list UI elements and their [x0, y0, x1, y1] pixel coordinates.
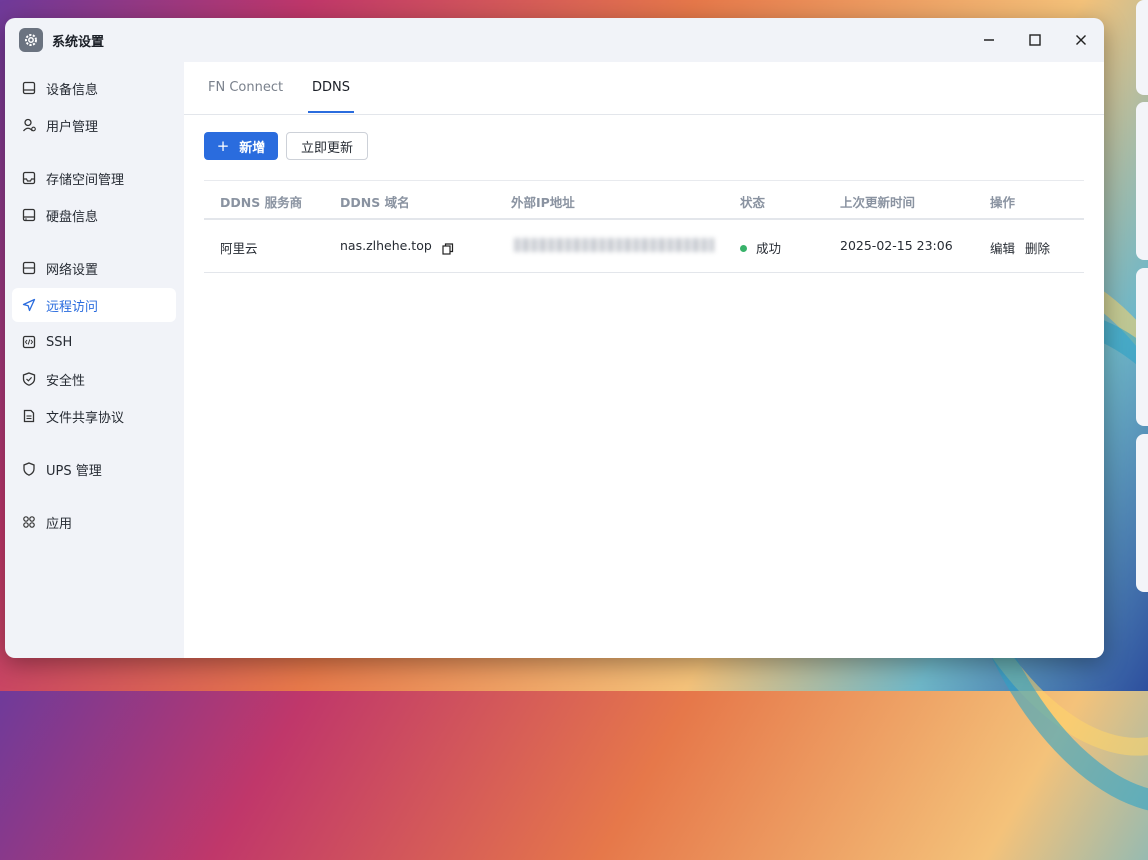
status-text: 成功: [756, 241, 782, 256]
sidebar-item-ups[interactable]: UPS 管理: [12, 452, 176, 486]
shield-icon: [21, 461, 37, 477]
tab-ddns[interactable]: DDNS: [312, 80, 350, 95]
user-icon: [21, 117, 37, 133]
sidebar-item-device-info[interactable]: 设备信息: [12, 71, 176, 105]
close-button[interactable]: [1067, 26, 1095, 54]
sidebar: 设备信息 用户管理 存储空间管理 硬盘信息 网络设置 远程访问 SSH 安全性 …: [5, 62, 183, 658]
plus-icon: +: [216, 137, 230, 155]
status-cell: 成功: [740, 238, 781, 257]
background-widget: [1136, 0, 1148, 95]
sidebar-item-storage[interactable]: 存储空间管理: [12, 161, 176, 195]
sidebar-item-user-management[interactable]: 用户管理: [12, 108, 176, 142]
sidebar-item-label: 设备信息: [46, 82, 99, 98]
sidebar-item-security[interactable]: 安全性: [12, 362, 176, 396]
add-button-label: 新增: [239, 140, 266, 156]
settings-gear-icon: [19, 28, 43, 52]
table-header: DDNS 服务商 DDNS 域名 外部IP地址 状态 上次更新时间 操作: [204, 180, 1084, 220]
main-content: FN Connect DDNS + 新增 立即更新 DDNS 服务商 DDNS …: [184, 62, 1104, 658]
sidebar-item-label: UPS 管理: [46, 463, 102, 479]
sidebar-item-label: 网络设置: [46, 262, 99, 278]
sidebar-item-file-sharing[interactable]: 文件共享协议: [12, 399, 176, 433]
tab-fn-connect[interactable]: FN Connect: [208, 80, 283, 95]
updated-time-cell: 2025-02-15 23:06: [840, 238, 953, 253]
background-widget: [1136, 434, 1148, 592]
sidebar-item-label: 用户管理: [46, 119, 99, 135]
file-icon: [21, 408, 37, 424]
provider-cell: 阿里云: [220, 241, 258, 256]
network-icon: [21, 260, 37, 276]
maximize-button[interactable]: [1021, 26, 1049, 54]
background-widget: [1136, 102, 1148, 260]
add-button[interactable]: + 新增: [204, 132, 278, 160]
sidebar-item-label: 远程访问: [46, 299, 99, 315]
sidebar-item-label: 文件共享协议: [46, 410, 125, 426]
settings-window: 系统设置 设备信息 用户管理 存储空间管理 硬盘信息 网络设置 远程访问 SSH…: [5, 18, 1104, 658]
refresh-now-button[interactable]: 立即更新: [286, 132, 368, 160]
background-widget: [1136, 268, 1148, 426]
column-header: DDNS 服务商: [220, 195, 303, 210]
active-tab-indicator: [308, 111, 354, 113]
sidebar-item-label: 应用: [46, 516, 73, 532]
ddns-table: DDNS 服务商 DDNS 域名 外部IP地址 状态 上次更新时间 操作 阿里云…: [204, 180, 1084, 273]
sidebar-item-remote-access[interactable]: 远程访问: [12, 288, 176, 322]
sidebar-item-apps[interactable]: 应用: [12, 505, 176, 539]
column-header: DDNS 域名: [340, 195, 410, 210]
sidebar-item-label: 安全性: [46, 373, 86, 389]
send-icon: [21, 297, 37, 313]
status-dot-icon: [740, 245, 747, 252]
window-title: 系统设置: [52, 35, 105, 50]
delete-link[interactable]: 删除: [1025, 238, 1050, 257]
storage-icon: [21, 170, 37, 186]
titlebar: 系统设置: [5, 18, 1104, 62]
sidebar-item-ssh[interactable]: SSH: [12, 325, 176, 359]
sidebar-item-network[interactable]: 网络设置: [12, 251, 176, 285]
edit-link[interactable]: 编辑: [990, 238, 1015, 257]
sidebar-item-label: SSH: [46, 334, 73, 350]
device-icon: [21, 80, 37, 96]
column-header: 状态: [740, 195, 766, 210]
external-ip-redacted: [514, 238, 714, 252]
shield-check-icon: [21, 371, 37, 387]
tab-bar: FN Connect DDNS: [184, 62, 1104, 115]
sidebar-item-label: 存储空间管理: [46, 172, 125, 188]
column-header: 上次更新时间: [840, 195, 916, 210]
command-icon: [21, 514, 37, 530]
column-header: 外部IP地址: [511, 195, 575, 210]
code-icon: [21, 334, 37, 350]
disk-icon: [21, 207, 37, 223]
column-header: 操作: [990, 195, 1016, 210]
table-row: 阿里云 nas.zlhehe.top 成功 2025-02-15 23:06 编…: [204, 220, 1084, 273]
sidebar-item-disk-info[interactable]: 硬盘信息: [12, 198, 176, 232]
domain-cell: nas.zlhehe.top: [340, 238, 432, 253]
copy-icon[interactable]: [442, 240, 454, 255]
sidebar-item-label: 硬盘信息: [46, 209, 99, 225]
minimize-button[interactable]: [975, 26, 1003, 54]
